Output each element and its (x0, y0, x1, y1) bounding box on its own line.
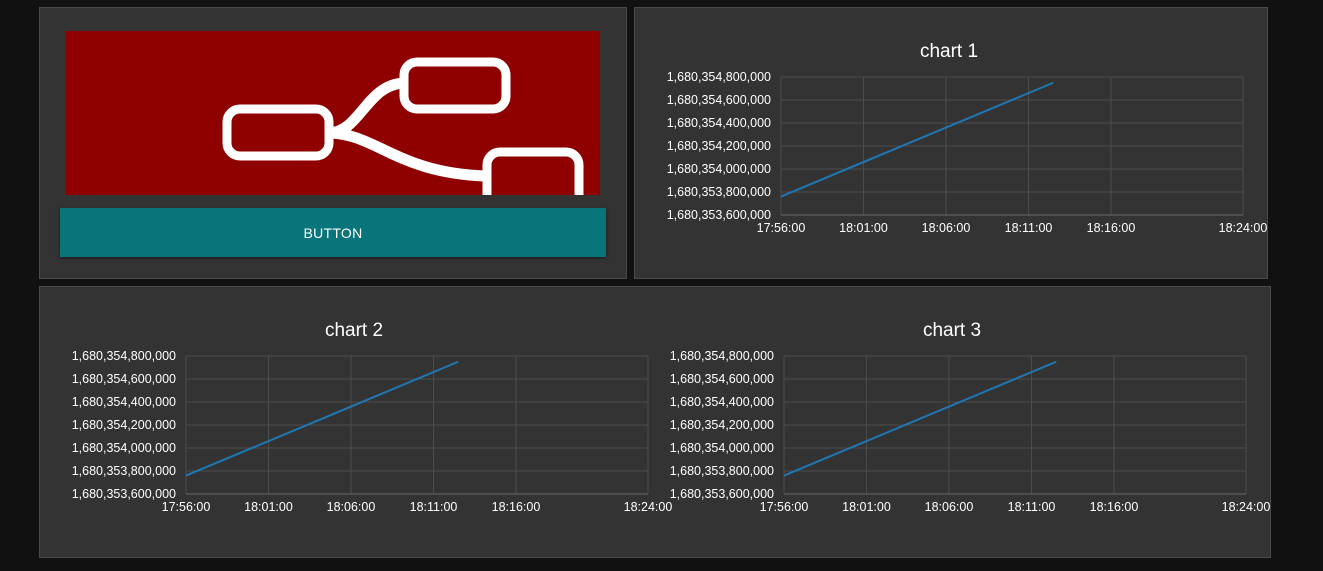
action-button[interactable]: BUTTON (60, 208, 606, 257)
chart-title: chart 2 (325, 320, 383, 341)
y-tick-label: 1,680,354,200,000 (667, 139, 771, 153)
y-tick-label: 1,680,354,800,000 (72, 349, 176, 363)
y-tick-label: 1,680,353,800,000 (670, 464, 774, 478)
x-tick-label: 18:16:00 (1090, 500, 1139, 514)
widget-card-charts-2-3: chart 2 1,680,353,600,000 1,680,353,800,00… (39, 286, 1271, 558)
x-tick-label: 18:11:00 (1005, 221, 1053, 235)
y-tick-label: 1,680,353,600,000 (670, 487, 774, 501)
x-tick-label: 18:11:00 (1008, 500, 1056, 514)
chart-2: chart 2 1,680,353,600,000 1,680,353,800,00… (40, 287, 674, 559)
x-tick-label: 17:56:00 (757, 221, 806, 235)
y-tick-label: 1,680,354,400,000 (667, 116, 771, 130)
x-tick-label: 18:16:00 (492, 500, 541, 514)
widget-card-chart-1: chart 1 1,680,353,600,000 1,680,353,800,00… (634, 7, 1268, 279)
y-tick-label: 1,680,354,600,000 (670, 372, 774, 386)
y-tick-label: 1,680,354,200,000 (72, 418, 176, 432)
y-tick-label: 1,680,354,400,000 (72, 395, 176, 409)
y-tick-label: 1,680,353,800,000 (72, 464, 176, 478)
y-tick-label: 1,680,353,600,000 (72, 487, 176, 501)
y-tick-label: 1,680,354,000,000 (670, 441, 774, 455)
x-tick-label: 18:24:00 (1219, 221, 1268, 235)
y-tick-label: 1,680,354,000,000 (72, 441, 176, 455)
chart-title: chart 3 (923, 320, 981, 341)
x-tick-label: 18:11:00 (410, 500, 458, 514)
chart-1: chart 1 1,680,353,600,000 1,680,353,800,00… (635, 8, 1269, 280)
y-tick-label: 1,680,354,800,000 (667, 70, 771, 84)
x-tick-label: 18:06:00 (925, 500, 974, 514)
y-tick-label: 1,680,354,600,000 (667, 93, 771, 107)
x-tick-label: 17:56:00 (760, 500, 809, 514)
y-tick-label: 1,680,354,000,000 (667, 162, 771, 176)
x-tick-label: 17:56:00 (162, 500, 211, 514)
chart-title: chart 1 (920, 41, 978, 62)
widget-card-image-button: BUTTON (39, 7, 627, 279)
y-tick-label: 1,680,354,600,000 (72, 372, 176, 386)
x-tick-label: 18:06:00 (327, 500, 376, 514)
x-tick-label: 18:24:00 (1222, 500, 1271, 514)
y-tick-label: 1,680,354,400,000 (670, 395, 774, 409)
x-tick-label: 18:01:00 (244, 500, 293, 514)
node-red-logo-icon (66, 31, 600, 195)
x-tick-label: 18:01:00 (839, 221, 888, 235)
y-tick-label: 1,680,353,800,000 (667, 185, 771, 199)
y-tick-label: 1,680,354,200,000 (670, 418, 774, 432)
x-tick-label: 18:01:00 (842, 500, 891, 514)
y-tick-label: 1,680,354,800,000 (670, 349, 774, 363)
x-tick-label: 18:06:00 (922, 221, 971, 235)
x-tick-label: 18:16:00 (1087, 221, 1136, 235)
y-tick-label: 1,680,353,600,000 (667, 208, 771, 222)
chart-3: chart 3 1,680,353,600,000 1,680,353,800,00… (638, 287, 1272, 559)
